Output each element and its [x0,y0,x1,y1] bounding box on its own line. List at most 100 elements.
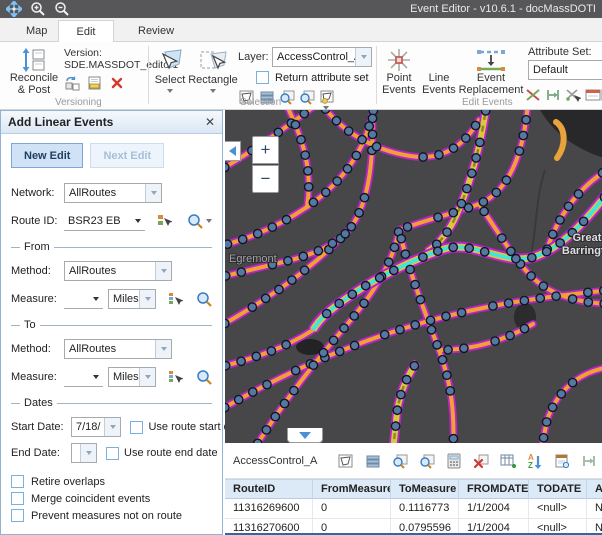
from-measure-pick-icon[interactable] [167,291,183,307]
attribute-window-icon[interactable] [584,86,601,103]
end-date-combobox[interactable] [71,443,97,463]
table-row[interactable]: 11316269600 0 0.1116773 1/1/2004 <null> … [225,499,602,519]
start-date-dropdown-button[interactable] [104,418,120,436]
select-route-on-map-icon[interactable] [156,213,172,229]
table-clear-selection-icon[interactable] [473,453,489,469]
table-calculator-icon[interactable] [446,453,462,469]
next-edit-button[interactable]: Next Edit [90,143,164,168]
col-frommeasure[interactable]: FromMeasure [313,479,391,499]
select-tool-button[interactable]: Select [150,48,190,93]
layer-combobox[interactable]: AccessControl_A [272,47,372,67]
zoom-out-icon[interactable] [54,1,70,17]
cell-fromdate[interactable]: 1/1/2004 [459,499,529,519]
cell-tomeasure[interactable]: 0.0795596 [391,519,459,535]
col-tomeasure[interactable]: ToMeasure [391,479,459,499]
cell-routeid[interactable]: 11316270600 [225,519,313,535]
col-ac[interactable]: AC [587,479,602,499]
cell-todate[interactable]: <null> [529,499,587,519]
cell-tomeasure[interactable]: 0.1116773 [391,499,459,519]
to-zoom-icon[interactable] [196,369,212,385]
attribute-set-combobox[interactable]: Default [528,60,602,80]
cell-ac[interactable]: N [587,519,602,535]
cell-todate[interactable]: <null> [529,519,587,535]
table-add-rows-icon[interactable] [500,453,516,469]
zoom-in-icon[interactable] [30,1,46,17]
to-method-dropdown-button[interactable] [155,340,171,358]
rectangle-tool-button[interactable]: Rectangle [190,48,236,93]
table-sort-icon[interactable]: AZ [527,453,543,469]
reconcile-post-button[interactable]: Reconcile & Post [6,48,62,96]
new-version-icon[interactable] [86,74,103,91]
route-id-combobox[interactable]: BSR23 EB [64,211,145,231]
col-fromdate[interactable]: FROMDATE [459,479,529,499]
switch-version-icon[interactable] [64,74,81,91]
map-viewport[interactable]: Egremont Great Barrington + − [225,110,602,443]
select-caret-icon[interactable] [167,89,173,93]
table-select-icon[interactable] [338,453,354,469]
table-identify-icon[interactable] [554,453,570,469]
col-routeid[interactable]: RouteID [225,479,313,499]
cell-frommeasure[interactable]: 0 [313,499,391,519]
tab-map[interactable]: Map [8,20,65,42]
retire-overlaps-checkbox[interactable] [11,475,24,488]
route-id-caret-icon[interactable] [131,219,145,223]
cell-routeid[interactable]: 11316269600 [225,499,313,519]
pan-icon[interactable] [6,1,22,17]
attribute-table-dock: AccessControl_A AZ [225,443,602,535]
from-method-combobox[interactable]: AllRoutes [64,261,172,281]
table-rows-icon[interactable] [365,453,381,469]
pan-to-selection-icon[interactable] [298,88,315,105]
table-row[interactable]: 11316270600 0 0.0795596 1/1/2004 <null> … [225,519,602,535]
new-edit-button[interactable]: New Edit [11,143,83,168]
zoom-to-route-button[interactable] [187,213,212,229]
split-event-icon[interactable] [524,86,541,103]
panel-close-icon[interactable]: ✕ [205,115,215,129]
use-route-start-checkbox[interactable] [130,421,143,434]
network-combobox[interactable]: AllRoutes [64,183,162,203]
to-method-combobox[interactable]: AllRoutes [64,339,172,359]
from-zoom-icon[interactable] [196,291,212,307]
to-measure-caret-icon[interactable] [89,375,103,379]
table-zoom-to-icon[interactable] [392,453,408,469]
tab-review[interactable]: Review [120,20,192,42]
map-zoom-in-button[interactable]: + [252,136,279,164]
use-route-end-checkbox[interactable] [106,447,119,460]
cell-ac[interactable]: N [587,499,602,519]
cell-fromdate[interactable]: 1/1/2004 [459,519,529,535]
col-todate[interactable]: TODATE [529,479,587,499]
layer-dropdown-button[interactable] [355,48,371,66]
cell-frommeasure[interactable]: 0 [313,519,391,535]
to-measure-pick-icon[interactable] [167,369,183,385]
to-measure-combobox[interactable] [64,367,103,387]
rectangle-caret-icon[interactable] [210,89,216,93]
point-events-button[interactable]: Point Events [380,48,418,96]
start-date-combobox[interactable]: 7/18/ [71,417,121,437]
measure-event-icon[interactable] [544,86,561,103]
from-units-combobox[interactable]: Miles [108,289,156,309]
prevent-measures-checkbox[interactable] [11,509,24,522]
table-pan-to-icon[interactable] [419,453,435,469]
to-units-dropdown-button[interactable] [139,368,155,386]
merge-coincident-checkbox[interactable] [11,492,24,505]
from-method-dropdown-button[interactable] [155,262,171,280]
map-zoom-out-button[interactable]: − [252,165,279,193]
map-canvas[interactable]: Egremont Great Barrington [225,110,602,443]
line-events-button[interactable]: Line Events [420,48,458,96]
event-replacement-button[interactable]: Event Replacement [458,48,524,96]
end-date-dropdown-button[interactable] [80,444,96,462]
return-attribute-checkbox[interactable] [256,71,269,84]
collapse-panel-left-button[interactable] [225,141,241,161]
tab-edit[interactable]: Edit [58,20,114,43]
line-events-label-1: Line [429,72,450,84]
delete-version-icon[interactable] [108,74,125,91]
network-dropdown-button[interactable] [145,184,161,202]
clear-selection-icon[interactable] [318,88,335,105]
to-units-combobox[interactable]: Miles [108,367,156,387]
from-measure-combobox[interactable] [64,289,103,309]
from-measure-caret-icon[interactable] [89,297,103,301]
snap-event-icon[interactable] [564,86,581,103]
dates-section-legend: Dates [11,397,212,409]
collapse-table-button[interactable] [287,428,323,443]
from-units-dropdown-button[interactable] [139,290,155,308]
table-measure-icon[interactable] [581,453,597,469]
